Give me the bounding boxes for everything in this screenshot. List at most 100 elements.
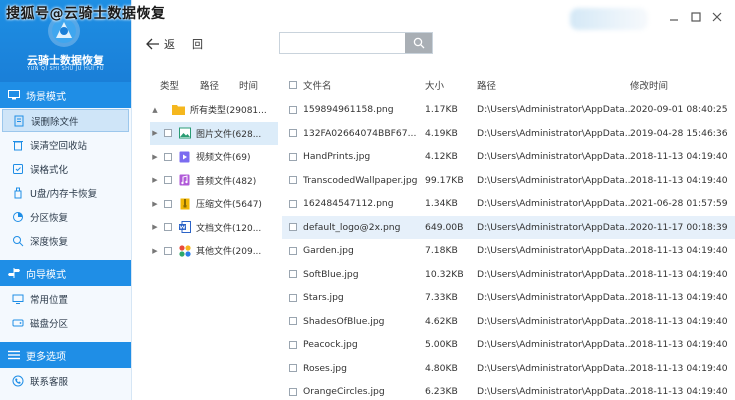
- collapse-arrow-icon[interactable]: ▲: [150, 106, 160, 114]
- tree-item-audio[interactable]: ▶ 音频文件(482): [150, 169, 278, 193]
- sidebar-item-disk-partition[interactable]: 磁盘分区: [2, 311, 129, 334]
- file-name: HandPrints.jpg: [303, 151, 371, 163]
- monitor-icon: [8, 90, 20, 100]
- sidebar-item-emptied-recycle-bin[interactable]: 误清空回收站: [2, 133, 129, 156]
- sidebar-item-deleted-files[interactable]: 误删除文件: [2, 109, 129, 132]
- tree-item-others[interactable]: ▶ 其他文件(209...: [150, 239, 278, 263]
- section-more-options[interactable]: 更多选项: [0, 342, 131, 368]
- tree-tab-time[interactable]: 时间: [239, 78, 258, 92]
- sidebar-item-contact-support[interactable]: 联系客服: [2, 369, 129, 392]
- sidebar-item-deep-recovery[interactable]: 深度恢复: [2, 229, 129, 252]
- checkbox[interactable]: [164, 176, 172, 185]
- column-header-path[interactable]: 路径: [477, 78, 630, 92]
- sidebar-item-common-locations[interactable]: 常用位置: [2, 287, 129, 310]
- close-button[interactable]: [710, 10, 724, 24]
- row-checkbox-cell: [282, 176, 303, 185]
- table-row[interactable]: Roses.jpg 4.80KB D:\Users\Administrator\Ap…: [282, 357, 735, 381]
- file-size: 99.17KB: [425, 174, 464, 186]
- table-row[interactable]: HandPrints.jpg 4.12KB D:\Users\Administrat…: [282, 145, 735, 169]
- row-checkbox[interactable]: [288, 340, 297, 349]
- sidebar-item-formatted[interactable]: 误格式化: [2, 157, 129, 180]
- file-modified-time: 2018-11-13 04:19:40: [630, 315, 728, 327]
- row-checkbox[interactable]: [288, 270, 297, 279]
- table-row[interactable]: default_logo@2x.png 649.00B D:\Users\Admin…: [282, 215, 735, 239]
- checkbox[interactable]: [164, 246, 172, 255]
- sidebar-item-label: 磁盘分区: [30, 318, 69, 330]
- section-label: 场景模式: [26, 91, 66, 103]
- sidebar-item-label: 误清空回收站: [30, 140, 88, 152]
- row-checkbox[interactable]: [288, 293, 297, 302]
- file-modified-time: 2018-11-13 04:19:40: [630, 292, 728, 304]
- tree-tab-path[interactable]: 路径: [200, 78, 219, 92]
- search-input[interactable]: [280, 33, 400, 53]
- section-scene-mode[interactable]: 场景模式: [0, 82, 131, 108]
- row-checkbox[interactable]: [288, 199, 297, 208]
- file-path: D:\Users\Administrator\AppData...: [477, 362, 630, 374]
- row-checkbox[interactable]: [288, 387, 297, 396]
- checkbox[interactable]: [164, 223, 172, 232]
- file-path: D:\Users\Administrator\AppData...: [477, 127, 630, 139]
- tree-item-all-types[interactable]: ▲ 所有类型(29081...: [150, 98, 278, 122]
- row-checkbox-cell: [282, 223, 303, 232]
- row-checkbox[interactable]: [288, 317, 297, 326]
- file-list: 文件名 大小 路径 修改时间 159894961158.png 1.17KB D:\…: [282, 72, 735, 400]
- file-path: D:\Users\Administrator\AppData...: [477, 386, 630, 398]
- tree-item-images[interactable]: ▶ 图片文件(628...: [150, 121, 278, 145]
- checkbox[interactable]: [164, 152, 172, 161]
- table-row[interactable]: Garden.jpg 7.18KB D:\Users\Administrator\A…: [282, 239, 735, 263]
- expand-arrow-icon[interactable]: ▶: [150, 176, 160, 184]
- table-row[interactable]: TranscodedWallpaper.jpg 99.17KB D:\Users\A…: [282, 169, 735, 193]
- expand-arrow-icon[interactable]: ▶: [150, 223, 160, 231]
- table-row[interactable]: 132FA02664074BBF67... 4.19KB D:\Users\Admi…: [282, 122, 735, 146]
- row-checkbox[interactable]: [288, 105, 297, 114]
- recycle-bin-icon: [13, 140, 23, 150]
- table-row[interactable]: ShadesOfBlue.jpg 4.62KB D:\Users\Administr…: [282, 310, 735, 334]
- toolbar: 返 回: [132, 0, 735, 72]
- file-path: D:\Users\Administrator\AppData...: [477, 104, 630, 116]
- expand-arrow-icon[interactable]: ▶: [150, 129, 160, 137]
- tree-item-archives[interactable]: ▶ 压缩文件(5647): [150, 192, 278, 216]
- search-button[interactable]: [405, 33, 432, 53]
- expand-arrow-icon[interactable]: ▶: [150, 247, 160, 255]
- tree-header: 类型 路径 时间: [150, 72, 278, 98]
- table-row[interactable]: Stars.jpg 7.33KB D:\Users\Administrator\Ap…: [282, 286, 735, 310]
- file-size: 4.19KB: [425, 127, 458, 139]
- table-row[interactable]: 162484547112.png 1.34KB D:\Users\Administr…: [282, 192, 735, 216]
- sidebar-item-usb-card-recovery[interactable]: U盘/内存卡恢复: [2, 181, 129, 204]
- row-checkbox[interactable]: [288, 246, 297, 255]
- row-checkbox[interactable]: [288, 364, 297, 373]
- file-path: D:\Users\Administrator\AppData...: [477, 292, 630, 304]
- maximize-button[interactable]: [689, 10, 703, 24]
- row-checkbox[interactable]: [288, 223, 297, 232]
- tree-item-videos[interactable]: ▶ 视频文件(69): [150, 145, 278, 169]
- table-row[interactable]: SoftBlue.jpg 10.32KB D:\Users\Administrato…: [282, 263, 735, 287]
- column-header-name[interactable]: 文件名: [303, 78, 421, 92]
- expand-arrow-icon[interactable]: ▶: [150, 200, 160, 208]
- tree-tab-type[interactable]: 类型: [160, 78, 179, 92]
- tree-item-documents[interactable]: ▶ 文档文件(120...: [150, 216, 278, 240]
- checkbox[interactable]: [164, 199, 172, 208]
- search-box: [279, 32, 433, 54]
- table-row[interactable]: Peacock.jpg 5.00KB D:\Users\Administrator\…: [282, 333, 735, 357]
- row-checkbox-cell: [282, 246, 303, 255]
- archive-file-icon: [178, 198, 191, 210]
- expand-arrow-icon[interactable]: ▶: [150, 153, 160, 161]
- return-button[interactable]: 回: [192, 36, 203, 52]
- file-name: Stars.jpg: [303, 292, 344, 304]
- select-all-checkbox[interactable]: [288, 81, 297, 89]
- table-row[interactable]: 159894961158.png 1.17KB D:\Users\Administr…: [282, 98, 735, 122]
- tree-item-label: 压缩文件(5647): [196, 200, 262, 211]
- row-checkbox[interactable]: [288, 152, 297, 161]
- file-name: TranscodedWallpaper.jpg: [303, 174, 418, 186]
- column-header-modified[interactable]: 修改时间: [630, 78, 735, 92]
- row-checkbox-cell: [282, 270, 303, 279]
- row-checkbox[interactable]: [288, 129, 297, 138]
- section-wizard-mode[interactable]: 向导模式: [0, 260, 131, 286]
- checkbox[interactable]: [164, 129, 172, 138]
- sidebar-item-partition-recovery[interactable]: 分区恢复: [2, 205, 129, 228]
- table-row[interactable]: OrangeCircles.jpg 6.23KB D:\Users\Administ…: [282, 380, 735, 400]
- back-button[interactable]: 返: [146, 36, 175, 52]
- minimize-button[interactable]: [667, 10, 681, 24]
- row-checkbox[interactable]: [288, 176, 297, 185]
- column-header-size[interactable]: 大小: [421, 78, 477, 92]
